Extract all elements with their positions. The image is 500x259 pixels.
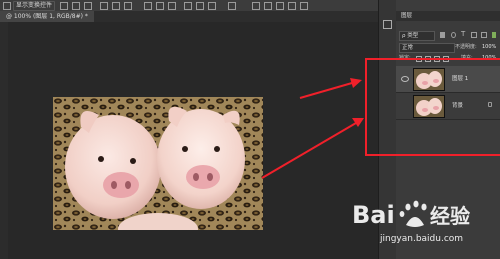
baidu-jingyan-logo: Bai 经验 bbox=[352, 197, 492, 237]
svg-text:经验: 经验 bbox=[430, 204, 470, 228]
paw-logo: Bai 经验 bbox=[352, 200, 470, 229]
arrow-2 bbox=[261, 122, 357, 179]
arrow-2-head bbox=[352, 118, 364, 127]
svg-text:Bai: Bai bbox=[352, 201, 395, 229]
arrow-1 bbox=[299, 82, 353, 99]
arrow-1-head bbox=[350, 78, 362, 88]
watermark-url: jingyan.baidu.com bbox=[380, 234, 464, 244]
